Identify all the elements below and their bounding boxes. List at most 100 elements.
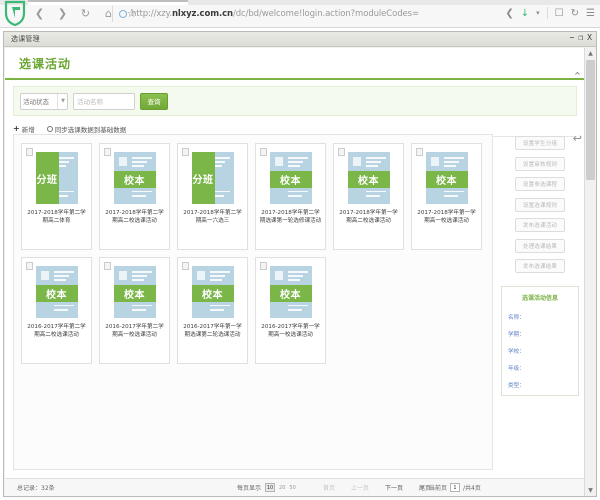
scroll-down-icon[interactable]: ▼ — [585, 485, 596, 496]
activity-document-icon: 校本 — [113, 266, 156, 318]
scrollbar-thumb[interactable] — [586, 60, 595, 180]
activity-card[interactable]: 校本 2016-2017学年第一学期选课第二轮选课活动 — [177, 257, 248, 364]
activity-card-checkbox[interactable] — [104, 148, 111, 156]
sidebar-action-button[interactable]: 设置选课规则 — [515, 197, 565, 212]
activity-card[interactable]: 校本 2016-2017学年第二学期高二校选课活动 — [21, 257, 92, 364]
activity-type-badge: 分班 — [191, 152, 215, 204]
activity-card-label: 2016-2017学年第一学期选课第二轮选课活动 — [183, 324, 242, 339]
activity-card-checkbox[interactable] — [104, 262, 111, 270]
sidebar-action-button[interactable]: 设置参选课程 — [515, 177, 565, 191]
activity-card[interactable]: 校本 2016-2017学年第一学期高一校选课活动 — [255, 257, 326, 364]
page-scroll-back-icon[interactable]: ↩ — [573, 132, 582, 145]
vertical-scrollbar[interactable]: ▲ ▼ — [584, 48, 595, 496]
app-titlebar: 选课管理 − ❐ X — [4, 32, 596, 47]
maximize-button[interactable]: ❐ — [578, 34, 583, 42]
download-arrow-icon[interactable]: ↓ — [521, 8, 529, 19]
pagination-footer: 总记录：32条 每页显示 10 20 50 首页 上一页 下一页 尾页 当前页 … — [5, 478, 585, 496]
sidebar-action-button[interactable]: 发布选课活动 — [515, 218, 565, 232]
activity-document-icon: 校本 — [35, 266, 78, 318]
activity-info-field: 学期： — [508, 332, 525, 338]
activity-card[interactable]: 校本 2017-2018学年第二学期选课第一轮选修课活动 — [255, 143, 326, 250]
minimize-button[interactable]: − — [570, 34, 575, 42]
activity-card-checkbox[interactable] — [260, 148, 267, 156]
activity-card[interactable]: 校本 2017-2018学年第一学期高二校选课活动 — [333, 143, 404, 250]
activity-card[interactable]: 分班 2017-2018学年第二学期高一六选三 — [177, 143, 248, 250]
activity-card-checkbox[interactable] — [26, 148, 33, 156]
activity-type-badge-text: 校本 — [280, 290, 301, 301]
activity-card[interactable]: 分班 2017-2018学年第二学期高二体育 — [21, 143, 92, 250]
activity-info-title: 选课活动信息 — [521, 294, 558, 302]
activity-card-checkbox[interactable] — [26, 262, 33, 270]
activity-card-checkbox[interactable] — [338, 148, 345, 156]
query-button[interactable]: 查询 — [140, 92, 168, 110]
sidebar-action-button[interactable]: 发布选课结果 — [515, 259, 565, 273]
activity-card-checkbox[interactable] — [182, 148, 189, 156]
activity-card-label: 2016-2017学年第一学期高一校选课活动 — [261, 324, 320, 339]
url-bar[interactable]: http://xzy.nlxyz.com.cn/dc/bd/welcome!lo… — [112, 6, 492, 22]
activity-card[interactable]: 校本 2017-2018学年第一学期高一校选课活动 — [411, 143, 482, 250]
page-scroll-up-icon[interactable]: ⌃ — [573, 70, 582, 83]
activity-info-rows: 名称： 学期： 学校： 年级： 类型： — [502, 309, 578, 394]
chevron-down-icon: ▼ — [57, 93, 65, 109]
doc-text-lines-bottom — [131, 304, 152, 313]
activity-type-badge: 校本 — [113, 171, 156, 188]
first-page-button[interactable]: 首页 — [323, 483, 335, 492]
doc-text-lines-bottom — [287, 190, 308, 199]
sidebar-action-buttons: 设置学生分组 设置审核规则 设置参选课程 设置选课规则 发布选课活动 处理选课结果 发布选课… — [515, 136, 565, 280]
chevron-down-icon[interactable]: ▾ — [536, 9, 540, 17]
page-size-label: 每页显示 — [237, 485, 262, 492]
doc-text-lines-bottom — [209, 304, 230, 313]
doc-text-lines-top — [443, 157, 464, 169]
doc-corner-mark — [274, 157, 283, 166]
activity-document-icon: 校本 — [269, 266, 312, 318]
sync-data-button[interactable]: 同步选课数据到基础数据 — [46, 124, 127, 134]
doc-text-lines-top — [53, 271, 74, 283]
activity-card-label: 2016-2017学年第二学期高二校选课活动 — [27, 324, 86, 339]
app-window: 选课管理 − ❐ X 选课活动 活动状态 ▼ 活动名称 查询 + 新增 同步选课… — [3, 31, 597, 497]
sidebar-action-button[interactable]: 处理选课结果 — [515, 238, 565, 253]
forward-chevron-icon[interactable]: ❯ — [56, 7, 69, 20]
activity-name-input[interactable]: 活动名称 — [73, 92, 135, 110]
activity-info-field: 类型： — [508, 383, 525, 389]
page-size-20[interactable]: 20 — [279, 483, 285, 492]
reload-icon[interactable]: ↻ — [79, 7, 92, 20]
doc-text-lines-top — [287, 271, 308, 283]
add-activity-button[interactable]: + 新增 — [13, 124, 35, 134]
sidebar-action-button[interactable]: 设置学生分组 — [515, 136, 565, 150]
activity-type-badge: 校本 — [347, 171, 390, 188]
doc-text-lines-top — [287, 157, 308, 169]
scroll-up-icon[interactable]: ▲ — [585, 48, 596, 59]
back-chevron-icon[interactable]: ❮ — [33, 7, 46, 20]
page-body: 选课活动 活动状态 ▼ 活动名称 查询 + 新增 同步选课数据到基础数据 分班 … — [5, 48, 585, 496]
browser-tab-active[interactable] — [28, 0, 188, 5]
activity-card-label: 2017-2018学年第一学期高一校选课活动 — [417, 210, 476, 225]
next-page-button[interactable]: 下一页 — [385, 483, 403, 492]
doc-corner-mark — [118, 157, 127, 166]
activity-card-label: 2017-2018学年第二学期高二校选课活动 — [105, 210, 164, 225]
page-size-10[interactable]: 10 — [265, 483, 276, 492]
doc-corner-mark — [118, 271, 127, 280]
activity-card-checkbox[interactable] — [416, 148, 423, 156]
reader-mode-icon[interactable]: ☐ — [555, 8, 564, 19]
page-size-50[interactable]: 50 — [289, 483, 295, 492]
activity-document-icon: 分班 — [35, 152, 78, 204]
activity-card-checkbox[interactable] — [260, 262, 267, 270]
plus-icon: + — [13, 123, 20, 133]
prev-page-button[interactable]: 上一页 — [351, 483, 369, 492]
doc-text-lines-top — [131, 157, 152, 169]
browser-chrome: ❮ ❯ ↻ ⌂ ☆ http://xzy.nlxyz.com.cn/dc/bd/… — [0, 0, 600, 28]
history-icon[interactable]: ↻ — [571, 8, 579, 19]
current-page-input[interactable]: 1 — [450, 483, 461, 492]
activity-status-select[interactable]: 活动状态 ▼ — [20, 92, 68, 110]
share-icon[interactable]: ❮ — [505, 8, 513, 19]
close-button[interactable]: X — [587, 34, 592, 42]
activity-document-icon: 校本 — [425, 152, 468, 204]
activity-card[interactable]: 校本 2016-2017学年第二学期高一校选课活动 — [99, 257, 170, 364]
doc-corner-mark — [274, 271, 283, 280]
hamburger-menu-icon[interactable]: ☰ — [586, 8, 595, 19]
sync-data-label: 同步选课数据到基础数据 — [54, 125, 127, 134]
activity-card-checkbox[interactable] — [182, 262, 189, 270]
activity-document-icon: 校本 — [347, 152, 390, 204]
activity-card[interactable]: 校本 2017-2018学年第二学期高二校选课活动 — [99, 143, 170, 250]
sidebar-action-button[interactable]: 设置审核规则 — [515, 156, 565, 171]
